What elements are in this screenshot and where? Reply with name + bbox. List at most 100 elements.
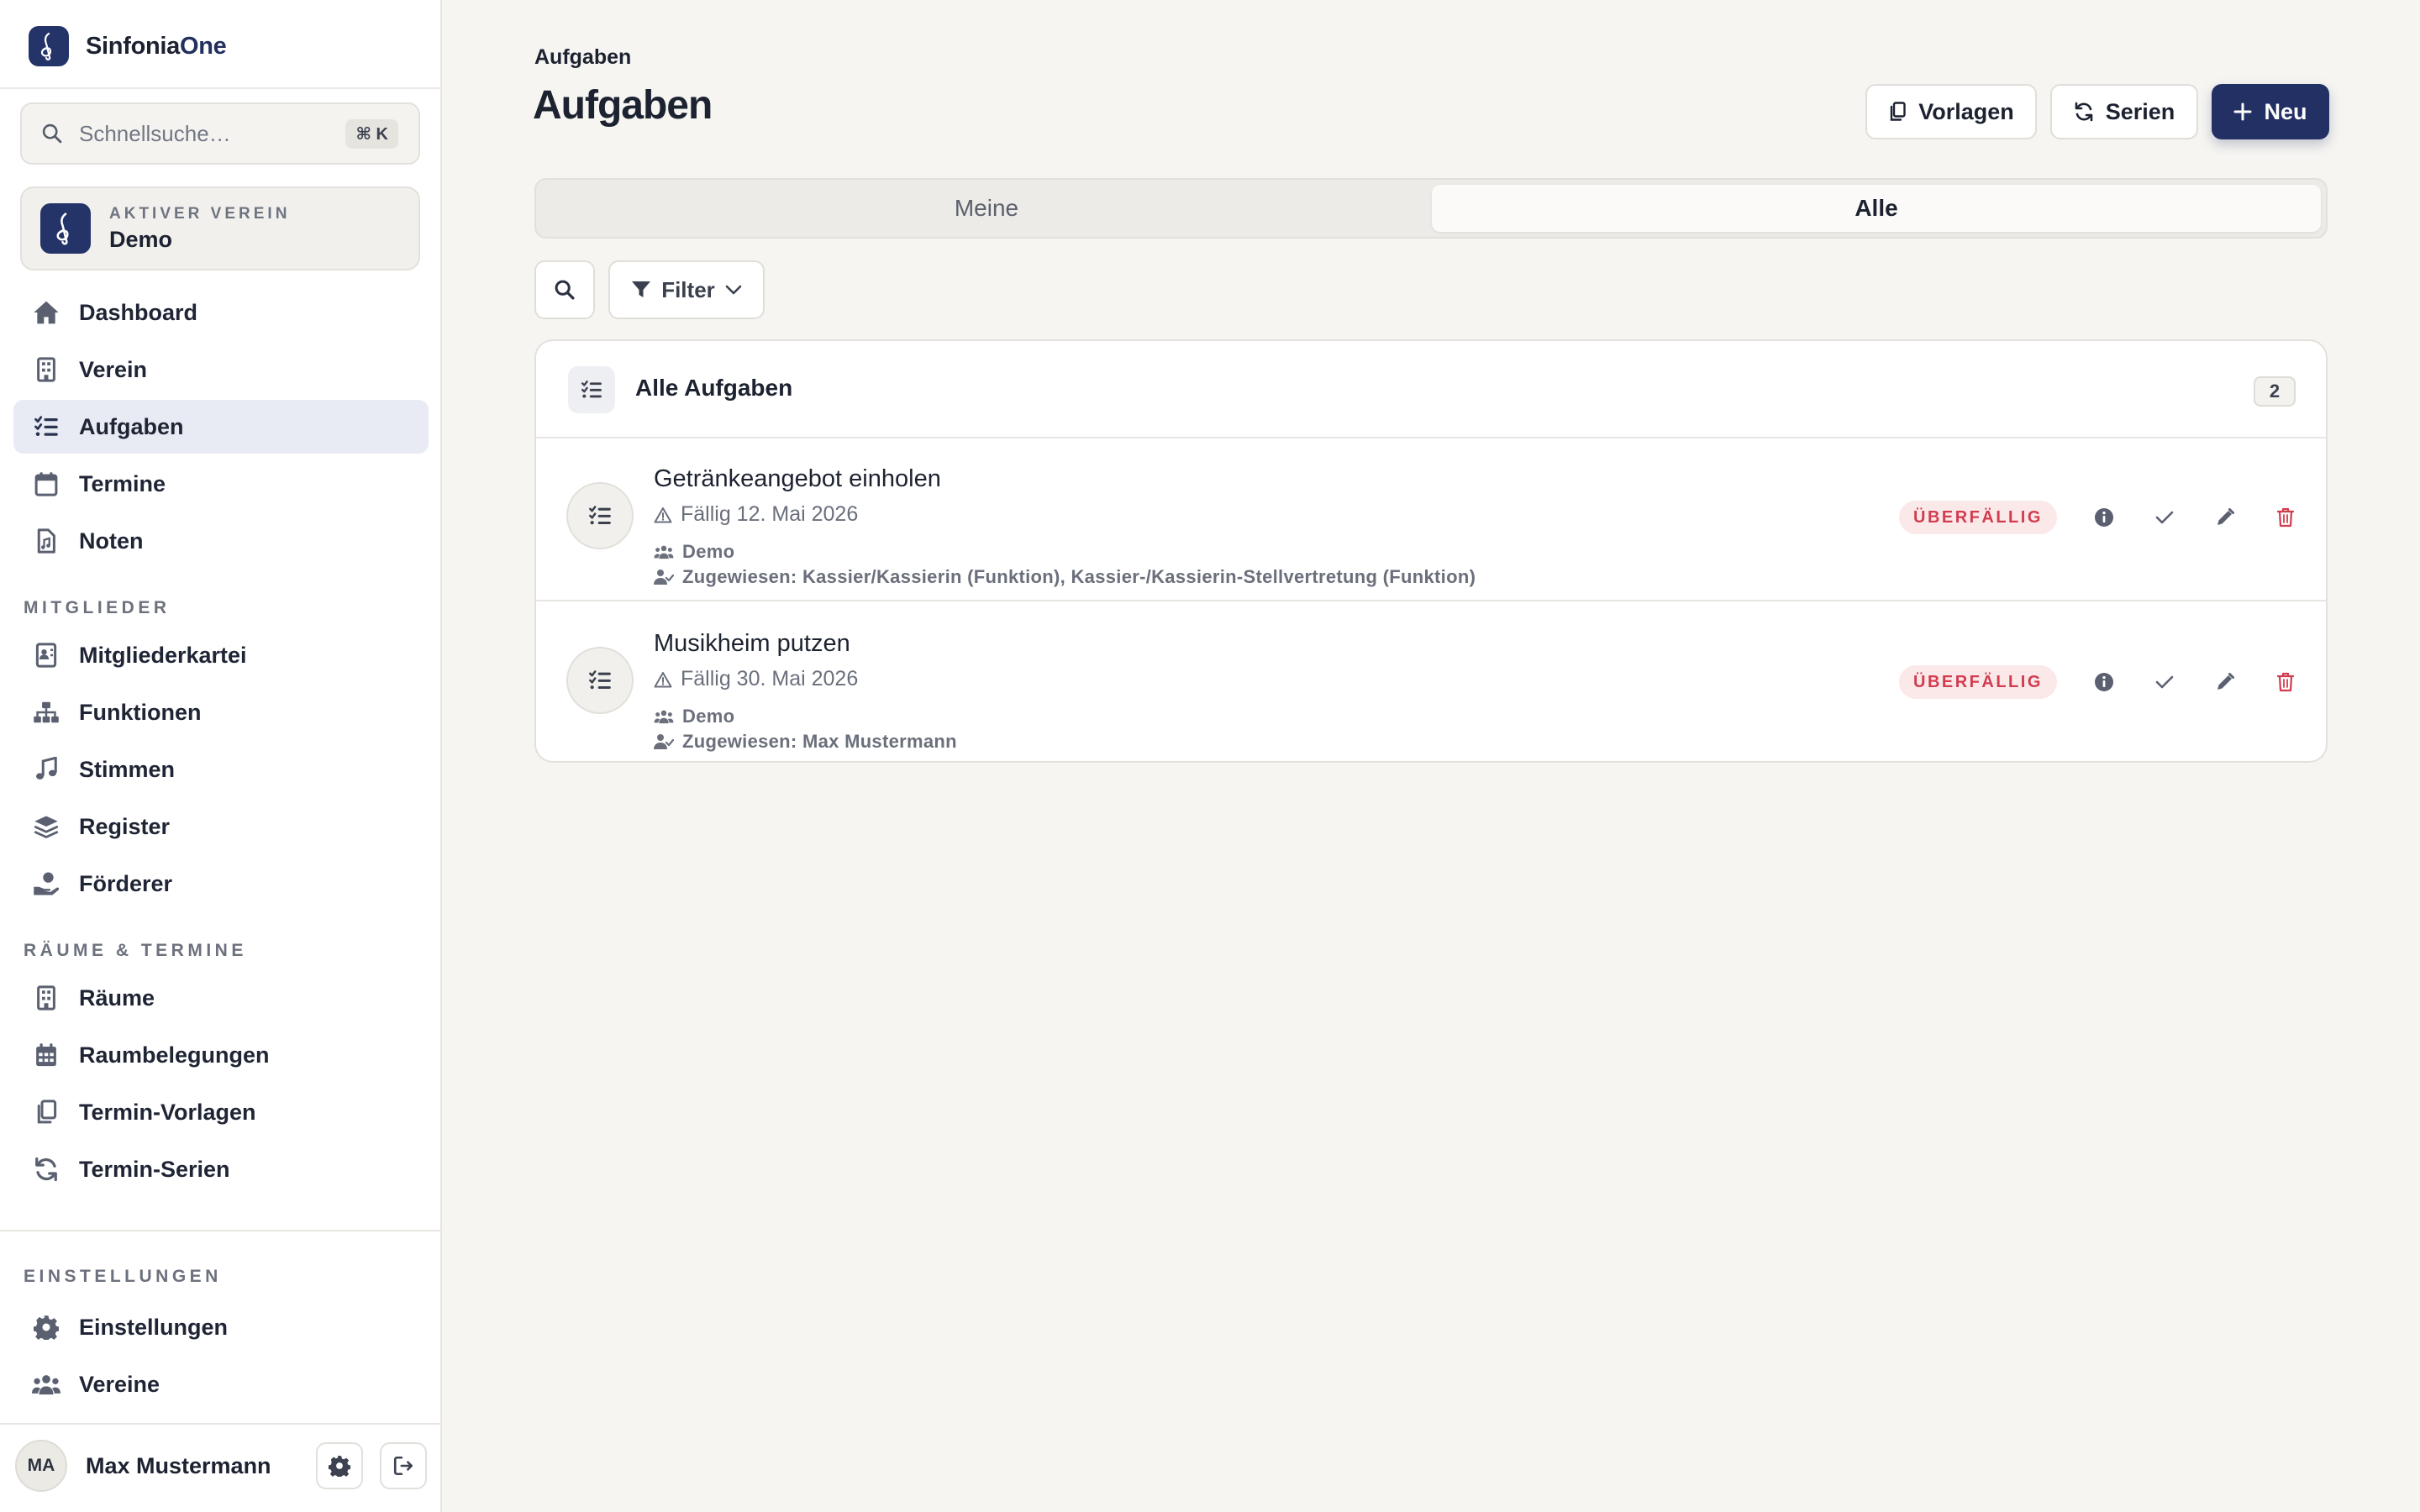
treble-clef-logo-icon [29,26,69,66]
series-button-label: Serien [2105,98,2175,124]
chevron-down-icon [725,284,742,296]
check-icon [2155,510,2174,525]
sidebar-item-termin-vorlagen[interactable]: Termin-Vorlagen [13,1085,429,1139]
sidebar-item-label: Förderer [79,870,173,896]
sidebar-item-raumbelegungen[interactable]: Raumbelegungen [13,1028,429,1082]
sitemap-icon [32,698,60,727]
task-row[interactable]: Getränkeangebot einholen Fällig 12. Mai … [536,437,2326,598]
filter-dropdown-button[interactable]: Filter [608,260,765,319]
divider [0,87,440,89]
sidebar-item-dashboard[interactable]: Dashboard [13,286,429,339]
active-club-card[interactable]: AKTIVER VEREIN Demo [20,186,420,270]
pencil-icon [2215,507,2235,528]
check-icon [2155,675,2174,690]
tab-meine[interactable]: Meine [541,185,1432,232]
sidebar-item-label: Verein [79,356,148,382]
sidebar-item-label: Aufgaben [79,413,184,439]
task-assignees: Zugewiesen: Max Mustermann [654,731,957,753]
new-task-button-label: Neu [2264,98,2307,124]
id-card-icon [32,641,60,669]
task-complete-button[interactable] [2148,665,2181,699]
task-delete-button[interactable] [2269,665,2302,699]
section-title-einstellungen: EINSTELLUNGEN [24,1267,222,1286]
sidebar-item-label: Vereine [79,1371,160,1397]
brand[interactable]: SinfoniaOne [29,25,227,67]
series-button[interactable]: Serien [2050,84,2198,139]
brand-name-prefix: Sinfonia [86,32,180,60]
filter-icon [631,280,651,300]
plus-icon [2233,102,2252,121]
section-title-raeume-termine: RÄUME & TERMINE [24,941,247,960]
task-edit-button[interactable] [2208,501,2242,534]
sidebar-item-label: Termin-Vorlagen [79,1099,256,1125]
user-check-icon [654,569,674,585]
task-edit-button[interactable] [2208,665,2242,699]
sidebar-item-label: Termine [79,470,166,496]
task-info-button[interactable] [2087,665,2121,699]
layers-icon [32,812,60,841]
sidebar-item-termin-serien[interactable]: Termin-Serien [13,1142,429,1196]
task-count-badge: 2 [2254,376,2296,407]
breadcrumb[interactable]: Aufgaben [534,45,631,70]
section-title-mitglieder: MITGLIEDER [24,598,171,617]
overdue-badge: ÜBERFÄLLIG [1899,665,2057,699]
task-club-name: Demo [682,541,735,562]
sidebar-item-aufgaben[interactable]: Aufgaben [13,400,429,454]
quick-search-input[interactable]: Schnellsuche… ⌘ K [20,102,420,165]
list-check-icon [32,412,60,441]
user-name: Max Mustermann [86,1452,271,1478]
task-row[interactable]: Musikheim putzen Fällig 30. Mai 2026 Dem… [536,600,2326,761]
list-check-icon [566,482,634,549]
shortcut-hint: ⌘ K [345,118,398,149]
sidebar-item-verein[interactable]: Verein [13,343,429,396]
warning-icon [654,671,672,688]
task-list-title: Alle Aufgaben [635,375,793,401]
music-note-icon [32,755,60,784]
logout-icon [392,1455,414,1477]
sidebar-item-raeume[interactable]: Räume [13,971,429,1025]
sidebar-item-foerderer[interactable]: Förderer [13,857,429,911]
hand-heart-icon [32,869,60,898]
scroll-fade [0,1193,440,1226]
gear-icon [329,1455,350,1477]
sidebar-item-funktionen[interactable]: Funktionen [13,685,429,739]
search-toggle-button[interactable] [534,260,595,319]
users-icon [32,1370,60,1399]
search-icon [40,122,64,145]
sidebar-item-einstellungen[interactable]: Einstellungen [13,1300,429,1354]
logout-button[interactable] [380,1442,427,1489]
copy-icon [1888,102,1907,122]
avatar[interactable]: MA [15,1440,67,1492]
sidebar-item-stimmen[interactable]: Stimmen [13,743,429,796]
user-settings-button[interactable] [316,1442,363,1489]
gear-icon [32,1313,60,1341]
divider [0,1423,440,1425]
templates-button[interactable]: Vorlagen [1865,84,2037,139]
sidebar-item-label: Dashboard [79,299,198,325]
task-info-button[interactable] [2087,501,2121,534]
list-check-icon [568,366,615,413]
sidebar-item-noten[interactable]: Noten [13,514,429,568]
users-icon [654,544,674,559]
active-club-name: Demo [109,226,173,252]
new-task-button[interactable]: Neu [2212,84,2329,139]
brand-name-suffix: One [180,32,227,60]
task-title[interactable]: Getränkeangebot einholen [654,465,941,493]
task-title[interactable]: Musikheim putzen [654,630,850,658]
sidebar-item-termine[interactable]: Termine [13,457,429,511]
sidebar-item-vereine[interactable]: Vereine [13,1357,429,1411]
task-list-card: Alle Aufgaben 2 Getränkeangebot einholen… [534,339,2328,763]
sheet-music-icon [32,527,60,555]
overdue-badge: ÜBERFÄLLIG [1899,501,2057,534]
sidebar-item-register[interactable]: Register [13,800,429,853]
search-placeholder: Schnellsuche… [79,120,231,146]
tab-alle[interactable]: Alle [1432,185,2321,232]
task-complete-button[interactable] [2148,501,2181,534]
building-icon [32,355,60,384]
task-delete-button[interactable] [2269,501,2302,534]
divider [0,1230,440,1231]
calendar-icon [32,470,60,498]
treble-clef-club-icon [40,203,91,254]
sidebar-item-mitgliederkartei[interactable]: Mitgliederkartei [13,628,429,682]
warning-icon [654,507,672,523]
